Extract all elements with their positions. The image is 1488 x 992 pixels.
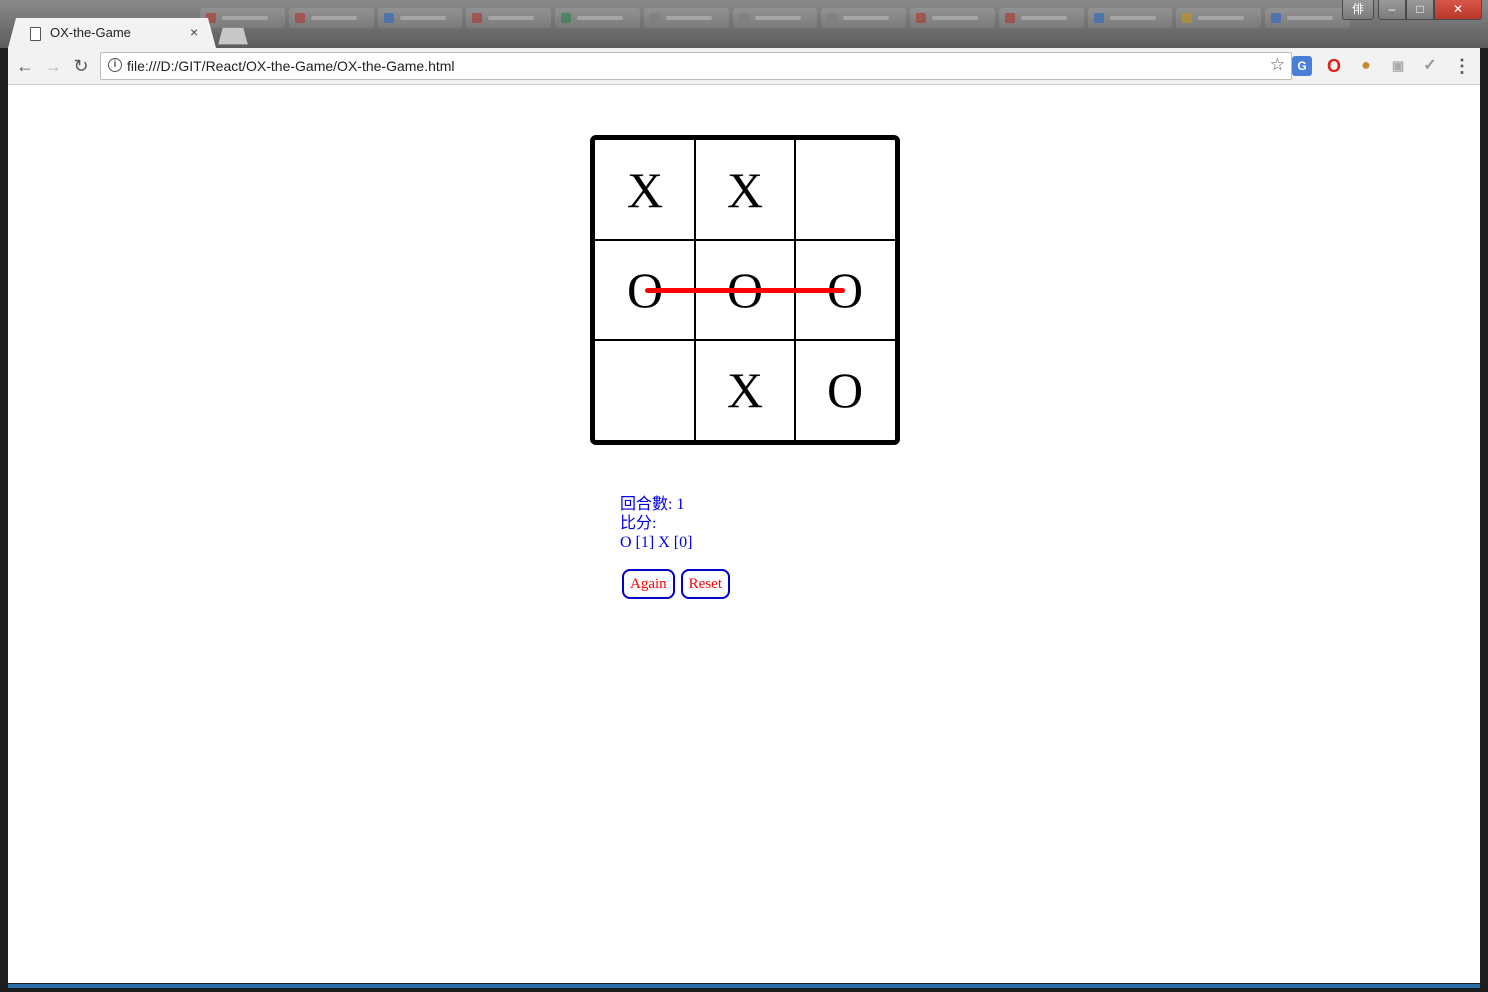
active-tab[interactable]: OX-the-Game × <box>8 18 216 48</box>
background-tab[interactable] <box>288 8 374 28</box>
menu-icon[interactable]: ⋮ <box>1452 56 1472 76</box>
cell-2-1[interactable]: X <box>695 340 795 440</box>
camera-extension-icon[interactable]: ▣ <box>1388 56 1408 76</box>
background-tab[interactable] <box>555 8 640 28</box>
profile-button[interactable]: 俳 <box>1342 0 1374 20</box>
background-tab[interactable] <box>910 8 995 28</box>
page-icon <box>30 27 41 41</box>
info-icon[interactable]: i <box>108 58 122 72</box>
background-tab[interactable] <box>998 8 1084 28</box>
cell-0-0[interactable]: X <box>595 140 695 240</box>
background-tab[interactable] <box>1087 8 1173 28</box>
cell-0-2[interactable] <box>795 140 895 240</box>
bookmark-star-icon[interactable]: ☆ <box>1270 55 1285 75</box>
score-label: 比分: <box>620 515 657 532</box>
winning-line <box>645 288 845 293</box>
tab-close-icon[interactable]: × <box>190 24 198 40</box>
close-window-button[interactable]: ✕ <box>1434 0 1482 20</box>
again-button[interactable]: Again <box>622 569 675 599</box>
window-bottom-border <box>0 984 1488 992</box>
reset-button[interactable]: Reset <box>680 569 730 599</box>
cell-0-1[interactable]: X <box>695 140 795 240</box>
background-tab[interactable] <box>643 8 729 28</box>
check-extension-icon[interactable]: ✓ <box>1420 56 1440 76</box>
score-panel: 回合數: 1 比分: O [1] X [0] <box>620 495 692 552</box>
window-controls: 俳 – □ ✕ <box>1342 0 1482 20</box>
score-text: O [1] X [0] <box>620 534 693 551</box>
minimize-button[interactable]: – <box>1378 0 1406 20</box>
background-tab[interactable] <box>466 8 552 28</box>
forward-button[interactable]: → <box>42 55 64 77</box>
background-tab[interactable] <box>821 8 907 28</box>
round-counter: 回合數: 1 <box>620 496 685 513</box>
reload-button[interactable]: ↻ <box>70 55 92 77</box>
maximize-button[interactable]: □ <box>1406 0 1434 20</box>
tab-title: OX-the-Game <box>50 25 131 40</box>
browser-toolbar: ← → ↻ i ☆ G O ● ▣ ✓ ⋮ <box>8 48 1480 85</box>
background-tab[interactable] <box>200 8 285 28</box>
background-tab[interactable] <box>1176 8 1262 28</box>
game-controls: Again Reset <box>622 569 730 599</box>
cell-2-0[interactable] <box>595 340 695 440</box>
address-bar[interactable]: i ☆ <box>100 52 1292 80</box>
cell-2-2[interactable]: O <box>795 340 895 440</box>
url-input[interactable] <box>127 53 1257 79</box>
background-tabs <box>200 8 1350 30</box>
background-tab[interactable] <box>732 8 818 28</box>
background-tab[interactable] <box>377 8 463 28</box>
cookie-extension-icon[interactable]: ● <box>1356 56 1376 76</box>
background-tab[interactable] <box>1265 8 1350 28</box>
page-content: X X O O O X O 回合數: 1 比分: O [1] X [0] Aga… <box>8 85 1480 983</box>
back-button[interactable]: ← <box>14 55 36 77</box>
translate-extension-icon[interactable]: G <box>1292 56 1312 76</box>
opera-extension-icon[interactable]: O <box>1324 56 1344 76</box>
window-titlebar: OX-the-Game × 俳 – □ ✕ <box>0 0 1488 48</box>
game-board: X X O O O X O <box>590 135 900 445</box>
